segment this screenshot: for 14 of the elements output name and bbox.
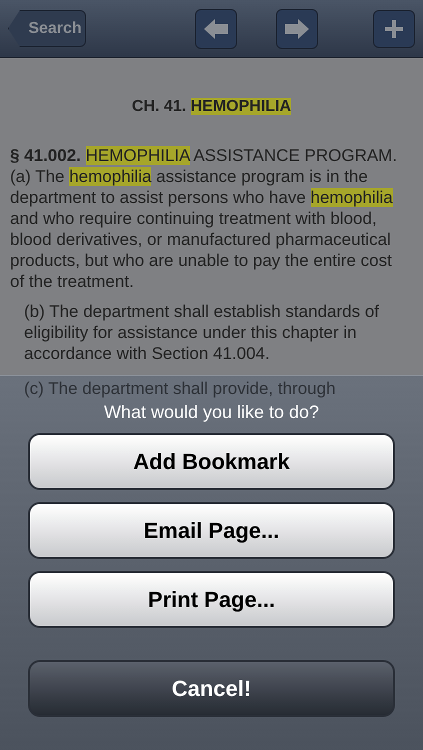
cancel-button[interactable]: Cancel! xyxy=(28,660,395,717)
left-arrow-icon xyxy=(203,18,229,40)
statute-paragraph: (b) The department shall establish standards of eligibility for assistance under this chapter in accordance with Section 41.004. xyxy=(23,301,380,364)
statute-paragraph: (c) The department shall provide, through xyxy=(23,378,337,399)
forward-button[interactable] xyxy=(276,8,318,48)
right-arrow-icon xyxy=(284,18,310,40)
chapter-title: CH. 41. HEMOPHILIA xyxy=(132,97,292,117)
action-button[interactable]: Print Page... xyxy=(28,571,395,628)
add-button[interactable] xyxy=(373,10,415,48)
plus-icon xyxy=(385,20,403,38)
action-button[interactable]: Email Page... xyxy=(28,502,395,559)
action-button[interactable]: Add Bookmark xyxy=(28,433,395,490)
action-sheet-title: What would you like to do? xyxy=(104,401,320,423)
back-button[interactable] xyxy=(195,8,237,48)
